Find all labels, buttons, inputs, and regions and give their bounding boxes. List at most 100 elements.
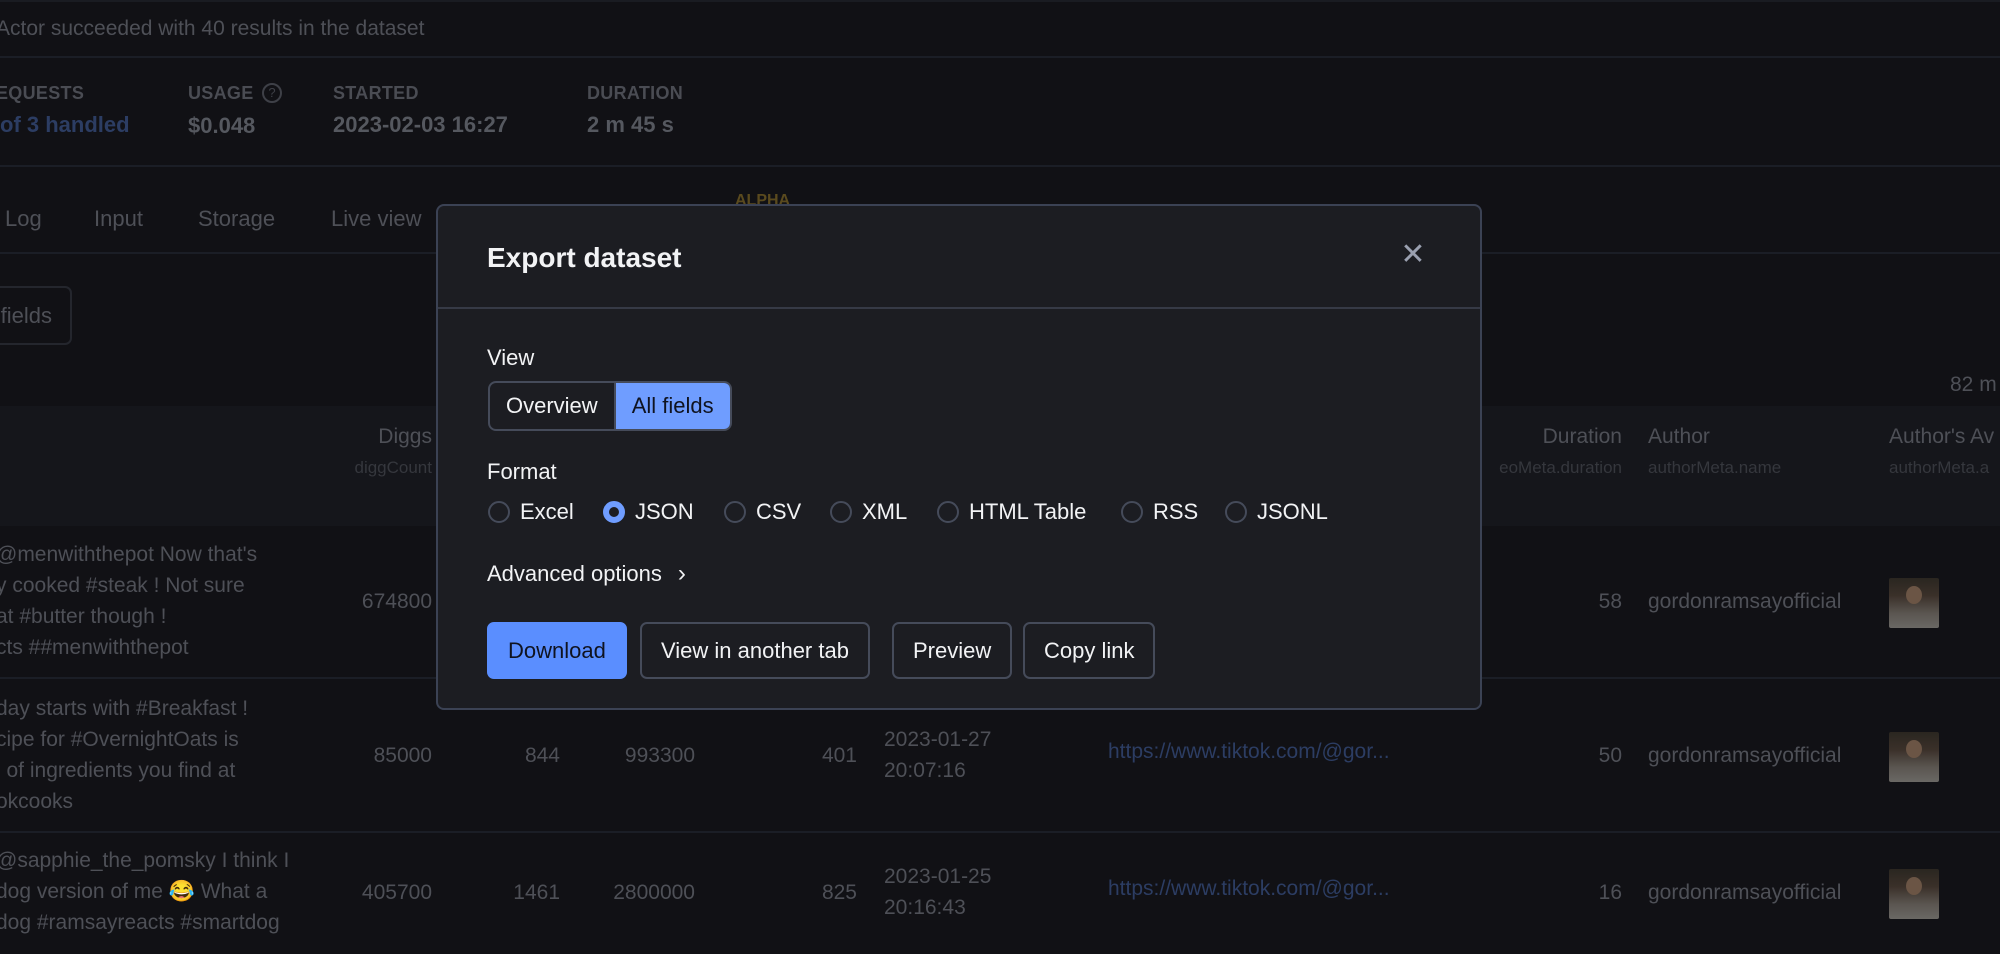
- radio-circle[interactable]: [1121, 501, 1143, 523]
- column-key-diggs: diggCount: [354, 458, 432, 477]
- column-key-duration: eoMeta.duration: [1499, 458, 1622, 477]
- cell-text: @sapphie_the_pomsky I think I dog versio…: [0, 845, 289, 938]
- cell-date: 2023-01-27 20:07:16: [884, 724, 991, 786]
- radio-label: XML: [862, 499, 908, 524]
- stat-label: DURATION: [587, 83, 684, 103]
- radio-circle[interactable]: [724, 501, 746, 523]
- preview-button[interactable]: Preview: [892, 622, 1013, 679]
- size-text: 82 m: [1950, 373, 1997, 396]
- export-dataset-dialog: Export dataset ✕ View Overview All field…: [436, 204, 1482, 710]
- cell-duration: 58: [1598, 590, 1622, 613]
- text-line: l of ingredients you find at: [0, 759, 236, 782]
- format-radio-xml[interactable]: XML: [830, 499, 907, 525]
- cell-plays: 2800000: [613, 881, 695, 904]
- format-label: Format: [487, 459, 557, 484]
- cell-count: 1461: [513, 881, 560, 904]
- format-radio-rss[interactable]: RSS: [1121, 499, 1198, 525]
- stat-value[interactable]: of 3 handled: [0, 112, 130, 138]
- time: 20:16:43: [884, 896, 966, 919]
- text-line: @sapphie_the_pomsky I think I: [0, 849, 290, 872]
- tab-storage[interactable]: Storage: [198, 206, 275, 232]
- help-icon[interactable]: ?: [262, 83, 282, 103]
- format-radio-jsonl[interactable]: JSONL: [1225, 499, 1328, 525]
- cell-text: @menwiththepot Now that's y cooked #stea…: [0, 539, 257, 663]
- text-line: cts ##menwiththepot: [0, 636, 189, 659]
- text-line: at #butter though !: [0, 605, 167, 628]
- view-in-another-tab-button[interactable]: View in another tab: [640, 622, 870, 679]
- column-header-author-avatar[interactable]: Author's Av: [1889, 425, 1994, 449]
- stat-value: 2023-02-03 16:27: [333, 112, 508, 137]
- radio-circle[interactable]: [488, 501, 510, 523]
- date: 2023-01-25: [884, 865, 992, 888]
- date: 2023-01-27: [884, 728, 992, 751]
- view-option-overview[interactable]: Overview: [490, 383, 614, 429]
- radio-label: JSONL: [1257, 499, 1328, 524]
- cell-plays: 993300: [624, 744, 695, 767]
- stat-label: USAGE: [188, 83, 254, 103]
- column-header-duration[interactable]: Duration: [1543, 425, 1622, 449]
- chevron-right-icon: ›: [677, 560, 686, 587]
- cell-url-link[interactable]: https://www.tiktok.com/@gor...: [1108, 736, 1390, 767]
- text-line: @menwiththepot Now that's: [0, 543, 258, 566]
- view-toggle[interactable]: Overview All fields: [488, 381, 732, 431]
- text-line: okcooks: [0, 790, 74, 813]
- format-radio-excel[interactable]: Excel: [488, 499, 574, 525]
- radio-circle[interactable]: [1225, 501, 1247, 523]
- radio-label: HTML Table: [969, 499, 1087, 524]
- copy-link-button[interactable]: Copy link: [1023, 622, 1156, 679]
- author-avatar: [1889, 578, 1939, 628]
- radio-circle[interactable]: [937, 501, 959, 523]
- fields-button-label: fields: [0, 303, 52, 328]
- view-option-all-fields[interactable]: All fields: [613, 383, 730, 429]
- cell-diggs: 405700: [361, 881, 432, 904]
- download-button[interactable]: Download: [487, 622, 627, 679]
- radio-circle-selected[interactable]: [603, 501, 625, 523]
- time: 20:07:16: [884, 759, 966, 782]
- cell-count: 401: [821, 744, 857, 767]
- author-avatar: [1889, 869, 1939, 919]
- cell-duration: 16: [1598, 881, 1622, 904]
- view-label: View: [487, 345, 535, 370]
- dialog-header: Export dataset ✕: [438, 206, 1480, 309]
- text-line: y cooked #steak ! Not sure: [0, 574, 245, 597]
- dialog-title: Export dataset: [487, 242, 682, 273]
- cell-count: 844: [524, 744, 560, 767]
- cell-count: 825: [821, 881, 857, 904]
- stat-label: EQUESTS: [0, 83, 85, 103]
- column-key-author: authorMeta.name: [1648, 458, 1782, 477]
- cell-diggs: 674800: [361, 590, 432, 613]
- radio-circle[interactable]: [830, 501, 852, 523]
- tab-input[interactable]: Input: [94, 206, 143, 232]
- fields-button[interactable]: fields: [0, 286, 72, 345]
- close-icon[interactable]: ✕: [1398, 240, 1428, 270]
- text-line: dog version of me 😂 What a: [0, 880, 268, 903]
- status-text: Actor succeeded with 40 results in the d…: [0, 17, 425, 40]
- text-line: day starts with #Breakfast !: [0, 697, 249, 720]
- column-key-author-avatar: authorMeta.a: [1889, 458, 1990, 477]
- cell-date: 2023-01-25 20:16:43: [884, 861, 991, 923]
- radio-label: RSS: [1153, 499, 1199, 524]
- cell-url-link[interactable]: https://www.tiktok.com/@gor...: [1108, 873, 1390, 904]
- format-radio-html-table[interactable]: HTML Table: [937, 499, 1086, 525]
- radio-label: JSON: [635, 499, 694, 524]
- cell-author: gordonramsayofficial: [1648, 881, 1842, 904]
- format-radio-json[interactable]: JSON: [603, 499, 694, 525]
- cell-text: day starts with #Breakfast ! cipe for #O…: [0, 693, 248, 817]
- cell-author: gordonramsayofficial: [1648, 744, 1842, 767]
- text-line: cipe for #OvernightOats is: [0, 728, 239, 751]
- tab-live-view[interactable]: Live view: [331, 206, 421, 232]
- stat-value: $0.048: [188, 113, 256, 138]
- format-radio-csv[interactable]: CSV: [724, 499, 801, 525]
- advanced-options-label: Advanced options: [487, 561, 662, 586]
- stat-value: 2 m 45 s: [587, 112, 674, 137]
- column-header-author[interactable]: Author: [1648, 425, 1710, 449]
- radio-label: Excel: [520, 499, 574, 524]
- author-avatar: [1889, 732, 1939, 782]
- cell-author: gordonramsayofficial: [1648, 590, 1842, 613]
- advanced-options-toggle[interactable]: Advanced options ›: [487, 560, 686, 588]
- tab-log[interactable]: Log: [5, 206, 42, 232]
- stat-label: STARTED: [333, 83, 419, 103]
- radio-label: CSV: [756, 499, 802, 524]
- column-header-diggs[interactable]: Diggs: [378, 425, 432, 449]
- cell-diggs: 85000: [373, 744, 432, 767]
